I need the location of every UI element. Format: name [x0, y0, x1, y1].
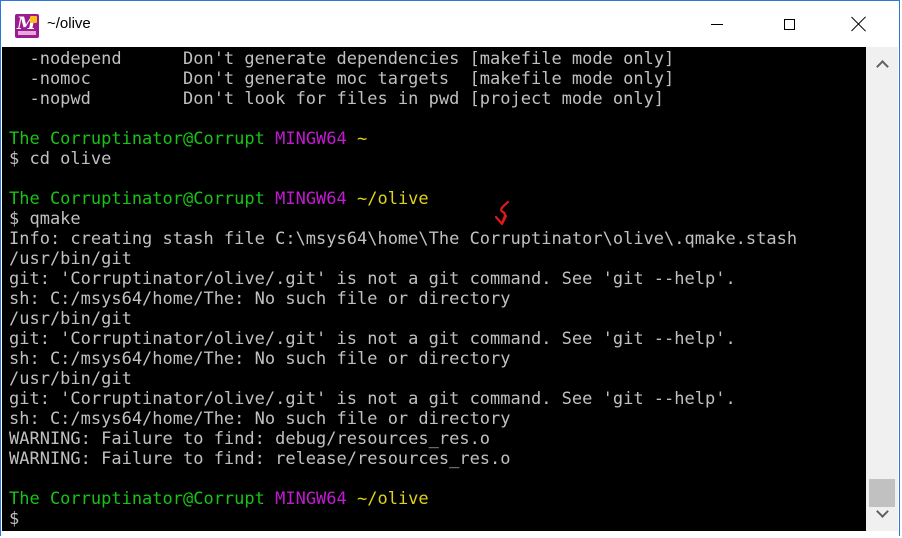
terminal-line: git: 'Corruptinator/olive/.git' is not a… — [9, 269, 797, 289]
terminal-text: WARNING: Failure to find: release/resour… — [9, 449, 511, 469]
chevron-down-icon — [875, 505, 889, 518]
terminal-text: git: 'Corruptinator/olive/.git' is not a… — [9, 269, 736, 289]
terminal-line: git: 'Corruptinator/olive/.git' is not a… — [9, 389, 797, 409]
terminal-line: Info: creating stash file C:\msys64\home… — [9, 229, 797, 249]
terminal-line: WARNING: Failure to find: debug/resource… — [9, 429, 797, 449]
terminal-text: ~/olive — [346, 489, 429, 509]
terminal-line: -nodepend Don't generate dependencies [m… — [9, 49, 797, 69]
mingw-msys-icon[interactable]: M — [15, 14, 39, 38]
terminal-text: /usr/bin/git — [9, 369, 132, 389]
maximize-button[interactable] — [761, 1, 817, 47]
terminal-text: WARNING: Failure to find: debug/resource… — [9, 429, 491, 449]
scroll-up-button[interactable] — [866, 47, 898, 81]
terminal-line: -nopwd Don't look for files in pwd [proj… — [9, 89, 797, 109]
terminal-line: -nomoc Don't generate moc targets [makef… — [9, 69, 797, 89]
terminal-text: /usr/bin/git — [9, 309, 132, 329]
terminal-line: WARNING: Failure to find: release/resour… — [9, 449, 797, 469]
terminal-text: ~ — [346, 129, 368, 149]
terminal-text: sh: C:/msys64/home/The: No such file or … — [9, 349, 511, 369]
terminal-line: $ qmake — [9, 209, 797, 229]
title-bar[interactable]: M ~/olive — [1, 1, 899, 47]
terminal-window: M ~/olive -nodepend Don't generate depen… — [0, 0, 900, 536]
vertical-scrollbar[interactable] — [866, 47, 898, 531]
minimize-button[interactable] — [689, 1, 745, 47]
terminal-text: git: 'Corruptinator/olive/.git' is not a… — [9, 329, 736, 349]
terminal-line: The Corruptinator@Corrupt MINGW64 ~/oliv… — [9, 189, 797, 209]
terminal-text: $ — [9, 509, 20, 529]
terminal-line: sh: C:/msys64/home/The: No such file or … — [9, 349, 797, 369]
terminal-line: The Corruptinator@Corrupt MINGW64 ~/oliv… — [9, 489, 797, 509]
terminal-line: The Corruptinator@Corrupt MINGW64 ~ — [9, 129, 797, 149]
terminal-line: $ — [9, 509, 797, 529]
terminal-text: $ cd olive — [9, 149, 112, 169]
scroll-down-button[interactable] — [866, 497, 898, 531]
terminal-text: -nopwd Don't look for files in pwd [proj… — [9, 89, 665, 109]
terminal-text: sh: C:/msys64/home/The: No such file or … — [9, 289, 511, 309]
terminal-text: ~/olive — [346, 189, 429, 209]
terminal-output[interactable]: -nodepend Don't generate dependencies [m… — [2, 47, 866, 531]
terminal-line: /usr/bin/git — [9, 249, 797, 269]
minimize-icon — [711, 23, 723, 25]
terminal-line: git: 'Corruptinator/olive/.git' is not a… — [9, 329, 797, 349]
terminal-text: -nodepend Don't generate dependencies [m… — [9, 49, 675, 69]
terminal-line: /usr/bin/git — [9, 309, 797, 329]
terminal-text: The Corruptinator@Corrupt — [9, 129, 265, 149]
terminal-text: The Corruptinator@Corrupt — [9, 189, 265, 209]
maximize-icon — [783, 18, 795, 30]
terminal-line: sh: C:/msys64/home/The: No such file or … — [9, 409, 797, 429]
terminal-text: /usr/bin/git — [9, 249, 132, 269]
window-bottom-edge — [1, 531, 899, 536]
terminal-text: sh: C:/msys64/home/The: No such file or … — [9, 409, 511, 429]
terminal-text: git: 'Corruptinator/olive/.git' is not a… — [9, 389, 736, 409]
terminal-line: $ cd olive — [9, 149, 797, 169]
terminal-text: MINGW64 — [264, 129, 347, 149]
close-button[interactable] — [831, 1, 887, 47]
terminal-text: -nomoc Don't generate moc targets [makef… — [9, 69, 675, 89]
terminal-text: MINGW64 — [264, 189, 347, 209]
red-arrow-annotation-icon — [494, 200, 510, 226]
terminal-text: $ qmake — [9, 209, 81, 229]
terminal-line: /usr/bin/git — [9, 369, 797, 389]
terminal-line: sh: C:/msys64/home/The: No such file or … — [9, 289, 797, 309]
terminal-lines: -nodepend Don't generate dependencies [m… — [9, 49, 797, 529]
terminal-text: Info: creating stash file C:\msys64\home… — [9, 229, 798, 249]
chevron-up-icon — [875, 60, 889, 73]
terminal-text: The Corruptinator@Corrupt — [9, 489, 265, 509]
terminal-text: MINGW64 — [264, 489, 347, 509]
close-icon — [851, 16, 867, 32]
window-title: ~/olive — [47, 15, 91, 32]
